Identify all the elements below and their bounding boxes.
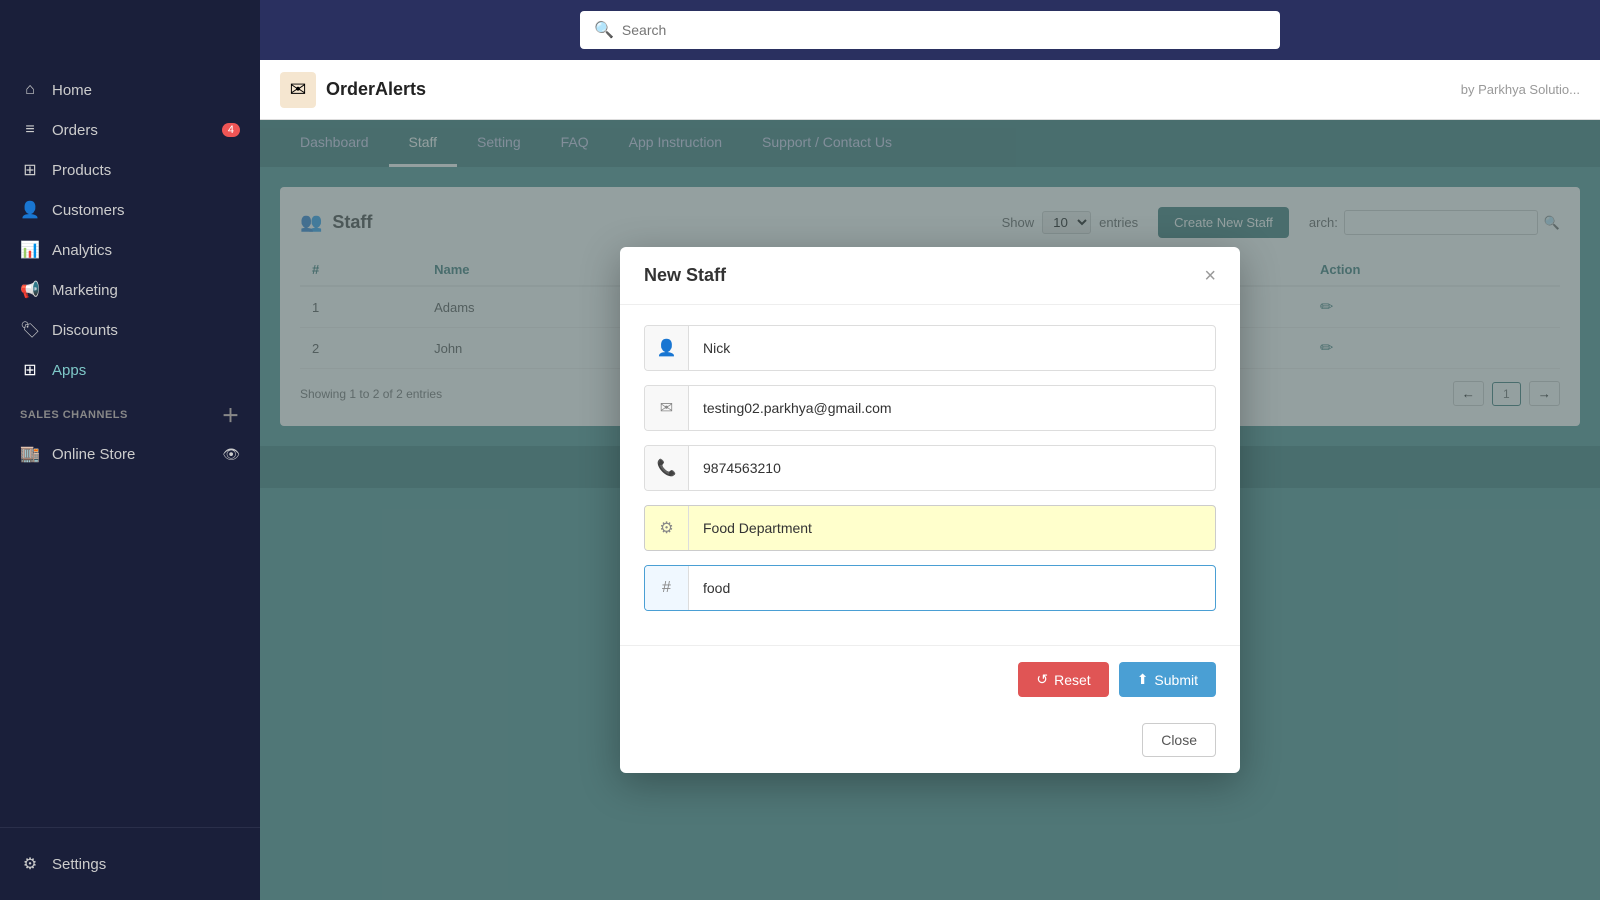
products-icon: ⊞ <box>20 160 40 180</box>
sidebar-item-online-store[interactable]: 🏬 Online Store 👁 <box>0 434 260 474</box>
sidebar-item-apps[interactable]: ⊞ Apps <box>0 350 260 390</box>
email-field: ✉ <box>644 385 1216 431</box>
name-input[interactable] <box>689 330 1215 366</box>
sidebar-item-label: Discounts <box>52 322 118 339</box>
sidebar-item-label: Analytics <box>52 242 112 259</box>
marketing-icon: 📢 <box>20 280 40 300</box>
orders-badge: 4 <box>222 123 240 137</box>
appbar: ✉ OrderAlerts by Parkhya Solutio... <box>260 60 1600 120</box>
department-field: ⚙ <box>644 505 1216 551</box>
sidebar-item-products[interactable]: ⊞ Products <box>0 150 260 190</box>
search-input[interactable] <box>622 22 1266 38</box>
department-input[interactable] <box>689 510 1215 546</box>
phone-icon: 📞 <box>645 446 689 490</box>
sidebar-item-label: Customers <box>52 202 125 219</box>
sidebar-item-orders[interactable]: ≡ Orders 4 <box>0 110 260 150</box>
sidebar-item-label: Products <box>52 162 111 179</box>
phone-field: 📞 <box>644 445 1216 491</box>
sidebar-item-label: Apps <box>52 362 86 379</box>
close-button[interactable]: Close <box>1142 723 1216 757</box>
eye-icon[interactable]: 👁 <box>222 446 240 463</box>
topbar: 🔍 <box>260 0 1600 60</box>
app-logo: ✉ <box>280 72 316 108</box>
sidebar-item-customers[interactable]: 👤 Customers <box>0 190 260 230</box>
app-logo-icon: ✉ <box>290 77 307 102</box>
settings-icon: ⚙ <box>20 854 40 874</box>
tag-field: # <box>644 565 1216 611</box>
sidebar-item-marketing[interactable]: 📢 Marketing <box>0 270 260 310</box>
customers-icon: 👤 <box>20 200 40 220</box>
name-field: 👤 <box>644 325 1216 371</box>
search-icon: 🔍 <box>594 20 614 40</box>
main-content: 🔍 ✉ OrderAlerts by Parkhya Solutio... Da… <box>260 0 1600 900</box>
sidebar-item-home[interactable]: ⌂ Home <box>0 70 260 110</box>
modal-action-footer: ↺ Reset ⬆ Submit <box>620 645 1240 713</box>
new-staff-modal: New Staff × 👤 ✉ 📞 <box>620 247 1240 773</box>
sidebar-item-label: Online Store <box>52 446 135 463</box>
modal-title: New Staff <box>644 265 726 286</box>
reset-icon: ↺ <box>1036 671 1048 688</box>
app-by-text: by Parkhya Solutio... <box>1461 82 1580 97</box>
sidebar-item-label: Settings <box>52 856 106 873</box>
sidebar-bottom: ⚙ Settings <box>0 827 260 900</box>
tag-input[interactable] <box>689 570 1215 606</box>
sales-channels-label: SALES CHANNELS ＋ <box>0 390 260 434</box>
sidebar-item-label: Marketing <box>52 282 118 299</box>
department-icon: ⚙ <box>645 506 689 550</box>
tag-icon: # <box>645 566 689 610</box>
sidebar-item-discounts[interactable]: 🏷 Discounts <box>0 310 260 350</box>
sidebar-item-label: Home <box>52 82 92 99</box>
modal-close-row: Close <box>620 713 1240 773</box>
app-title: OrderAlerts <box>326 79 426 100</box>
sidebar-header <box>0 0 260 60</box>
store-icon: 🏬 <box>20 444 40 464</box>
modal-body: 👤 ✉ 📞 ⚙ <box>620 305 1240 645</box>
submit-icon: ⬆ <box>1137 671 1149 688</box>
sidebar-item-label: Orders <box>52 122 98 139</box>
analytics-icon: 📊 <box>20 240 40 260</box>
submit-button[interactable]: ⬆ Submit <box>1119 662 1216 697</box>
user-icon: 👤 <box>645 326 689 370</box>
sidebar: ⌂ Home ≡ Orders 4 ⊞ Products 👤 Customers… <box>0 0 260 900</box>
orders-icon: ≡ <box>20 120 40 140</box>
reset-button[interactable]: ↺ Reset <box>1018 662 1108 697</box>
discounts-icon: 🏷 <box>20 320 40 340</box>
home-icon: ⌂ <box>20 80 40 100</box>
email-input[interactable] <box>689 390 1215 426</box>
email-icon: ✉ <box>645 386 689 430</box>
modal-overlay[interactable]: New Staff × 👤 ✉ 📞 <box>260 120 1600 900</box>
apps-icon: ⊞ <box>20 360 40 380</box>
add-sales-channel-icon[interactable]: ＋ <box>222 402 241 428</box>
content-area: Dashboard Staff Setting FAQ App Instruct… <box>260 120 1600 900</box>
modal-header: New Staff × <box>620 247 1240 305</box>
phone-input[interactable] <box>689 450 1215 486</box>
sidebar-item-settings[interactable]: ⚙ Settings <box>0 844 260 884</box>
modal-close-x-button[interactable]: × <box>1204 266 1216 286</box>
sidebar-navigation: ⌂ Home ≡ Orders 4 ⊞ Products 👤 Customers… <box>0 60 260 827</box>
search-box[interactable]: 🔍 <box>580 11 1280 49</box>
sidebar-item-analytics[interactable]: 📊 Analytics <box>0 230 260 270</box>
